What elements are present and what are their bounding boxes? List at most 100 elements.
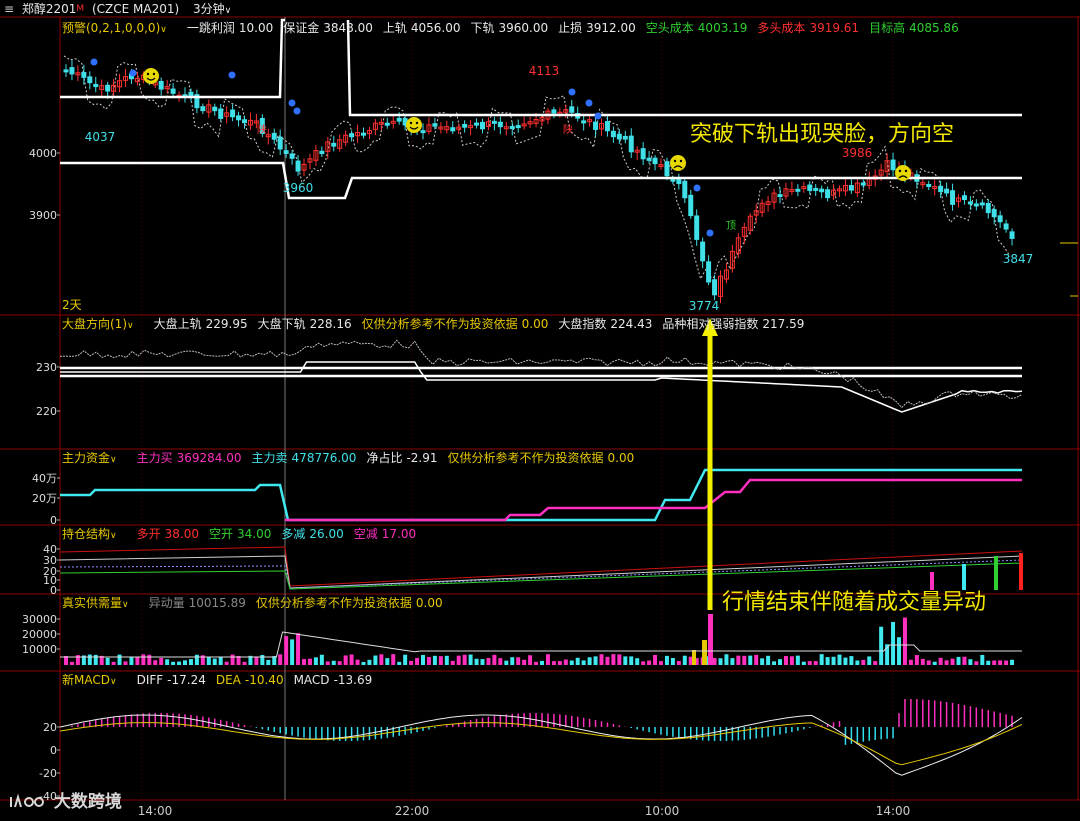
volume-bar bbox=[224, 661, 229, 665]
volume-bar bbox=[801, 661, 806, 665]
volume-bar bbox=[313, 657, 318, 665]
volume-bar bbox=[540, 660, 544, 665]
volume-annotation: 行情结束伴随着成交量异动 bbox=[722, 590, 987, 615]
volume-bar bbox=[998, 660, 1003, 665]
volume-bar bbox=[551, 661, 556, 665]
field-label: DEA bbox=[215, 673, 241, 687]
volume-spike bbox=[692, 650, 696, 665]
volume-bar bbox=[349, 654, 354, 665]
candlestick bbox=[331, 142, 337, 147]
volume-bar bbox=[599, 654, 604, 665]
y-tick-panel_money: 0 bbox=[50, 514, 57, 527]
symbol-code: (CZCE MA201) bbox=[91, 2, 180, 16]
candlestick bbox=[664, 161, 670, 177]
panel-money-field-1: 主力卖 478776.00 bbox=[252, 451, 357, 465]
field-value: 0.00 bbox=[521, 317, 549, 331]
volume-bar bbox=[718, 658, 723, 665]
x-tick: 22:00 bbox=[395, 804, 430, 818]
volume-bar bbox=[319, 654, 324, 665]
position-bar bbox=[1019, 553, 1023, 590]
volume-bar bbox=[69, 661, 74, 665]
chevron-down-icon[interactable]: ∨ bbox=[110, 455, 117, 465]
volume-bar bbox=[242, 661, 247, 665]
volume-bar bbox=[337, 661, 342, 665]
volume-bar bbox=[105, 657, 110, 665]
signal-dot bbox=[90, 58, 98, 66]
panel-main-field-7: 目标高 4085.86 bbox=[869, 21, 959, 35]
volume-bar bbox=[569, 660, 574, 665]
volume-bar bbox=[159, 657, 164, 665]
field-label: 品种相对强弱指数 bbox=[662, 317, 759, 331]
panel-main-name[interactable]: 预警(0,2,1,0,0,0)∨ bbox=[62, 21, 177, 35]
volume-bar bbox=[403, 654, 408, 665]
period-label: 3分钟 bbox=[193, 2, 225, 16]
y-tick-panel_money: 40万 bbox=[32, 472, 57, 485]
hamburger-icon[interactable]: ≡ bbox=[4, 0, 18, 18]
market-index-line bbox=[60, 361, 1023, 413]
crying-face-icon-eye bbox=[898, 169, 902, 173]
panel-money-name[interactable]: 主力资金∨ bbox=[62, 451, 127, 465]
volume-bar bbox=[873, 661, 878, 665]
volume-bar bbox=[177, 661, 182, 665]
candlestick bbox=[706, 261, 712, 283]
volume-bar bbox=[135, 656, 140, 665]
field-value: -13.69 bbox=[333, 673, 373, 687]
signal-dot bbox=[288, 99, 296, 107]
candlestick bbox=[63, 69, 69, 73]
chevron-down-icon[interactable]: ∨ bbox=[110, 677, 117, 687]
panel-supply-name[interactable]: 真实供需量∨ bbox=[62, 596, 139, 610]
period-selector[interactable]: 3分钟∨ bbox=[193, 2, 231, 16]
field-label: 下轨 bbox=[470, 21, 495, 35]
chevron-down-icon[interactable]: ∨ bbox=[110, 531, 117, 541]
volume-bar bbox=[432, 655, 437, 665]
volume-bar bbox=[480, 659, 485, 665]
symbol-superscript: M bbox=[76, 4, 85, 14]
position-panel-header: 持仓结构∨ 多开 38.00 空开 34.00 多减 26.00 空减 17.00 bbox=[62, 525, 426, 543]
field-label: 多头成本 bbox=[757, 21, 806, 35]
volume-bar bbox=[117, 654, 122, 665]
field-label: 仅供分析参考不作为投资依据 bbox=[255, 596, 412, 610]
volume-bar bbox=[950, 658, 955, 665]
panel-market-name[interactable]: 大盘方向(1)∨ bbox=[62, 317, 144, 331]
volume-bar bbox=[284, 636, 289, 665]
position-bar bbox=[994, 556, 998, 590]
volume-bar bbox=[188, 659, 193, 665]
volume-bar bbox=[760, 658, 765, 665]
chevron-down-icon[interactable]: ∨ bbox=[122, 600, 129, 610]
volume-bar bbox=[153, 660, 158, 665]
panel-position-name[interactable]: 持仓结构∨ bbox=[62, 527, 127, 541]
field-label: 上轨 bbox=[382, 21, 407, 35]
volume-bar bbox=[409, 660, 414, 665]
field-label: 止损 bbox=[558, 21, 583, 35]
market-panel-header: 大盘方向(1)∨ 大盘上轨 229.95 大盘下轨 228.16 仅供分析参考不作为投资依… bbox=[62, 315, 814, 333]
field-label: 净占比 bbox=[366, 451, 403, 465]
smiley-face-icon bbox=[143, 68, 159, 84]
volume-bar bbox=[522, 659, 527, 665]
candlestick bbox=[87, 76, 93, 84]
field-value: 3960.00 bbox=[498, 21, 549, 35]
candlestick bbox=[236, 115, 242, 121]
smiley-face-icon-eye bbox=[146, 72, 150, 76]
chevron-down-icon[interactable]: ∨ bbox=[127, 321, 134, 331]
lower-band-line bbox=[60, 161, 1022, 200]
volume-bar bbox=[914, 655, 919, 665]
smiley-face-icon-eye bbox=[409, 121, 413, 125]
symbol-name[interactable]: 郑醇2201 bbox=[22, 2, 77, 16]
macd-panel-header: 新MACD∨ DIFF -17.24 DEA -10.40 MACD -13.69 bbox=[62, 671, 382, 689]
volume-bar bbox=[843, 657, 848, 665]
volume-bar bbox=[557, 661, 562, 665]
volume-bar bbox=[605, 656, 610, 665]
panel-macd-name[interactable]: 新MACD∨ bbox=[62, 673, 127, 687]
field-label: 大盘上轨 bbox=[153, 317, 202, 331]
volume-bar bbox=[670, 658, 675, 665]
candlestick bbox=[676, 178, 682, 185]
y-tick-panel_supply: 20000 bbox=[22, 628, 57, 641]
crying-face-icon-eye bbox=[679, 159, 683, 163]
volume-bar bbox=[468, 654, 473, 665]
volume-bar bbox=[593, 656, 598, 665]
y-tick-panel_supply: 30000 bbox=[22, 613, 57, 626]
field-value: 34.00 bbox=[237, 527, 272, 541]
candlestick bbox=[230, 109, 236, 118]
chevron-down-icon[interactable]: ∨ bbox=[160, 25, 167, 35]
volume-bar bbox=[641, 661, 646, 665]
